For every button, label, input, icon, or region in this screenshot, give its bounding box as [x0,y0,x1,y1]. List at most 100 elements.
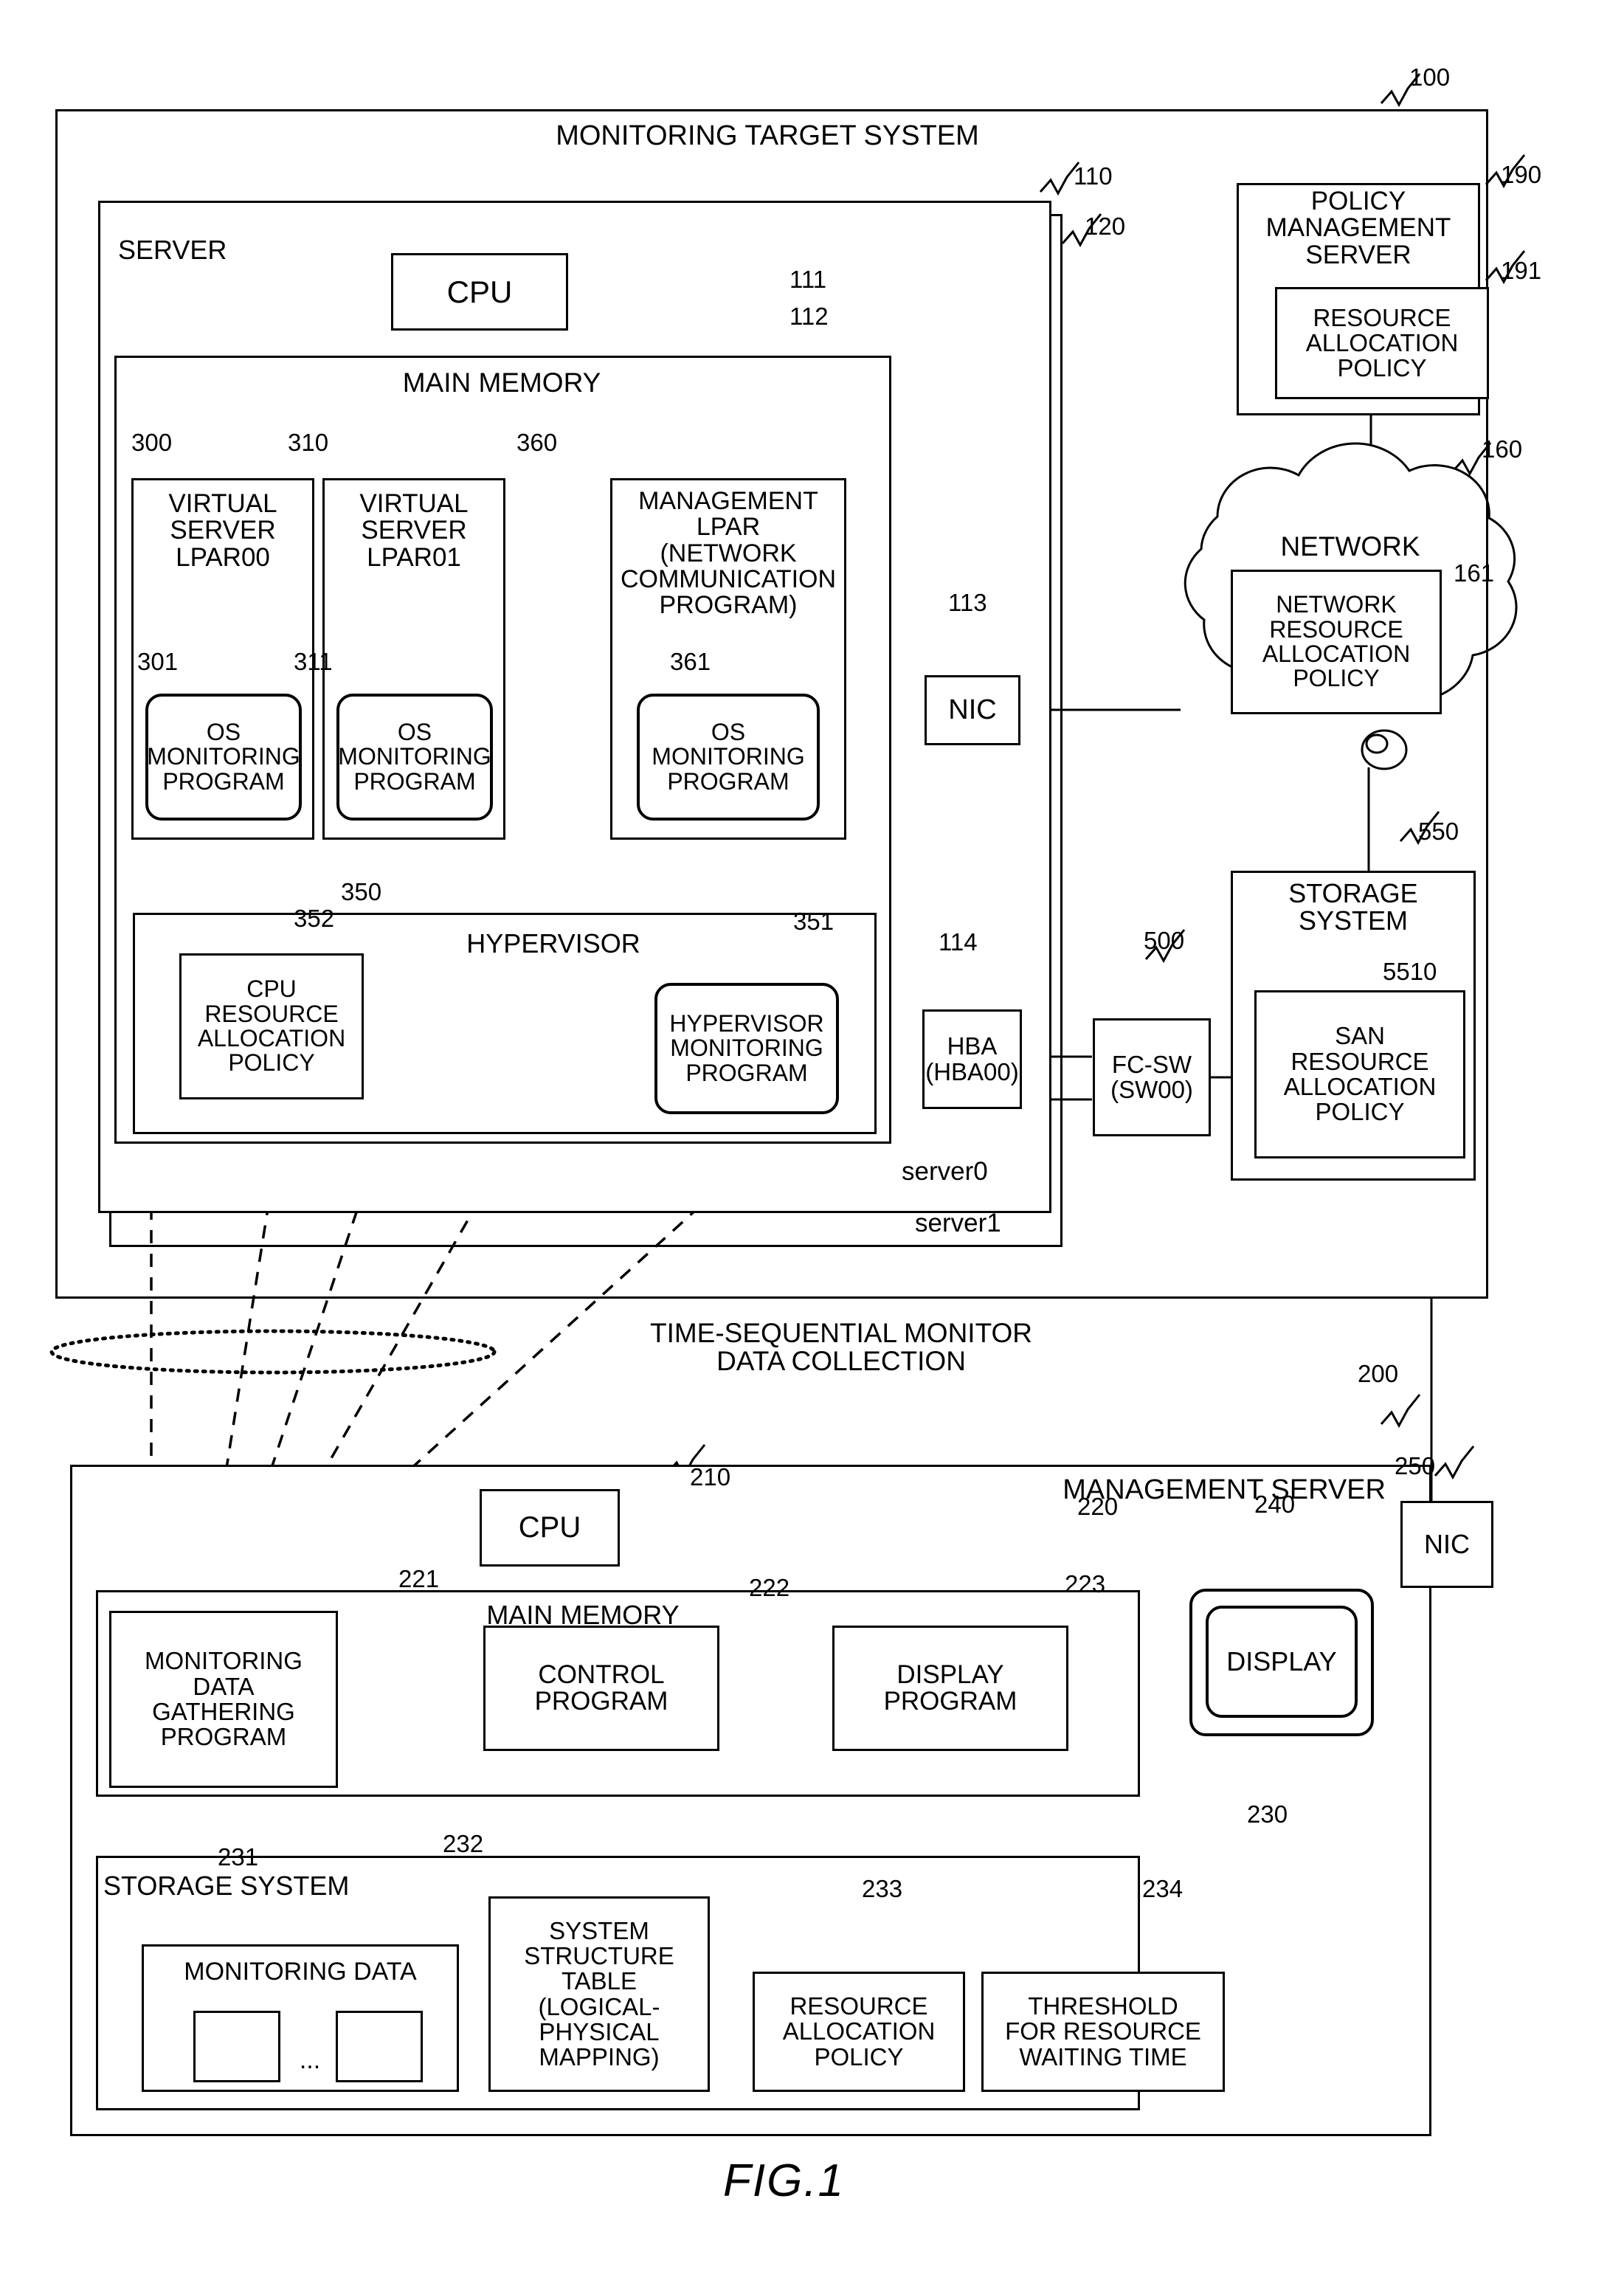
ref-240: 240 [1254,1491,1296,1518]
server1-label: server1 [915,1209,1001,1237]
display-program-label: DISPLAY PROGRAM [883,1660,1017,1716]
ref-310: 310 [288,429,329,456]
network-resource-allocation-policy-label: NETWORK RESOURCE ALLOCATION POLICY [1262,591,1411,692]
ref-222: 222 [749,1574,790,1601]
ref-234: 234 [1142,1875,1184,1902]
ref-190: 190 [1501,161,1542,188]
server-title: SERVER [118,235,227,265]
monitoring-data-item-2 [336,2011,423,2082]
lpar01-os-monitoring-program-label: OS MONITORING PROGRAM [338,719,491,795]
ref-300: 300 [131,429,173,456]
system-structure-table-label: SYSTEM STRUCTURE TABLE (LOGICAL- PHYSICA… [524,1916,674,2071]
management-lpar-title: MANAGEMENT LPAR (NETWORK COMMUNICATION P… [620,487,837,620]
san-resource-allocation-policy-box: SAN RESOURCE ALLOCATION POLICY [1254,990,1465,1158]
ref-161: 161 [1454,559,1495,587]
cpu-resource-allocation-policy-label: CPU RESOURCE ALLOCATION POLICY [197,975,346,1077]
ref-351: 351 [793,908,835,935]
server-main-memory-title: MAIN MEMORY [402,367,601,398]
ref-350: 350 [341,878,382,905]
ref-191: 191 [1501,257,1542,284]
ref-111: 111 [789,266,827,293]
ref-311: 311 [294,648,333,675]
ref-160: 160 [1482,435,1523,463]
management-cpu-box: CPU [480,1489,620,1567]
server-cpu-box: CPU [391,253,568,331]
lpar00-os-monitoring-program-label: OS MONITORING PROGRAM [147,719,300,795]
ref-301: 301 [137,648,179,675]
time-sequential-collection-label: TIME-SEQUENTIAL MONITOR DATA COLLECTION [649,1318,1033,1377]
threshold-label: THRESHOLD FOR RESOURCE WAITING TIME [1005,1992,1201,2071]
policy-mgmt-resource-allocation-policy-box: RESOURCE ALLOCATION POLICY [1275,287,1489,399]
ref-360: 360 [516,429,558,456]
ref-200: 200 [1358,1360,1399,1387]
fc-sw-label: FC-SW (SW00) [1110,1050,1193,1103]
figure-caption: FIG.1 [723,2155,846,2206]
server-nic-label: NIC [948,694,997,725]
mgmt-resource-allocation-policy-label: RESOURCE ALLOCATION POLICY [782,1992,936,2071]
ref-550: 550 [1418,818,1459,845]
ref-5510: 5510 [1383,958,1437,985]
server-hba-box: HBA (HBA00) [922,1009,1022,1109]
server-nic-box: NIC [925,675,1020,745]
ref-220: 220 [1077,1493,1119,1520]
monitoring-data-ellipsis: ... [299,2046,321,2074]
monitoring-data-gathering-program-label: MONITORING DATA GATHERING PROGRAM [145,1647,303,1751]
monitoring-data-gathering-program-box: MONITORING DATA GATHERING PROGRAM [109,1611,338,1788]
ref-100: 100 [1409,63,1451,91]
ref-232: 232 [443,1830,484,1857]
ref-120: 120 [1085,213,1126,240]
ref-233: 233 [862,1875,903,1902]
management-nic-box: NIC [1400,1501,1493,1588]
server0-label: server0 [902,1157,988,1186]
ref-110: 110 [1074,162,1113,190]
ref-113: 113 [948,589,987,616]
hypervisor-title: HYPERVISOR [466,928,640,959]
control-program-label: CONTROL PROGRAM [534,1660,668,1716]
threshold-box: THRESHOLD FOR RESOURCE WAITING TIME [981,1972,1225,2092]
management-lpar-os-monitoring-program-label: OS MONITORING PROGRAM [652,719,805,795]
lpar00-title: VIRTUAL SERVER LPAR00 [168,489,277,572]
display-label: DISPLAY [1226,1646,1337,1677]
control-program-box: CONTROL PROGRAM [483,1626,719,1751]
server-hba-label: HBA (HBA00) [925,1032,1019,1085]
ref-223: 223 [1065,1570,1106,1598]
hypervisor-monitoring-program-box: HYPERVISOR MONITORING PROGRAM [654,983,839,1114]
management-nic-label: NIC [1424,1529,1470,1560]
ref-230: 230 [1247,1800,1288,1828]
mgmt-resource-allocation-policy-box: RESOURCE ALLOCATION POLICY [753,1972,965,2092]
ref-250: 250 [1395,1452,1436,1479]
network-title: NETWORK [1280,531,1420,562]
monitoring-target-system-title: MONITORING TARGET SYSTEM [556,120,979,151]
management-main-memory-title: MAIN MEMORY [486,1600,680,1630]
ref-112: 112 [789,303,829,330]
policy-management-server-title: POLICY MANAGEMENT SERVER [1265,187,1451,269]
ref-352: 352 [294,905,335,932]
monitoring-data-label: MONITORING DATA [184,1958,417,1986]
display-inner-box: DISPLAY [1206,1606,1358,1718]
fc-sw-box: FC-SW (SW00) [1093,1018,1211,1136]
policy-mgmt-resource-allocation-policy-label: RESOURCE ALLOCATION POLICY [1305,303,1459,382]
management-lpar-os-monitoring-program: OS MONITORING PROGRAM [637,694,820,821]
lpar00-os-monitoring-program: OS MONITORING PROGRAM [145,694,302,821]
management-server-title: MANAGEMENT SERVER [1062,1474,1386,1505]
management-storage-system-title: STORAGE SYSTEM [103,1871,350,1901]
network-resource-allocation-policy-box: NETWORK RESOURCE ALLOCATION POLICY [1231,570,1442,714]
ref-231: 231 [218,1843,259,1871]
lpar01-title: VIRTUAL SERVER LPAR01 [359,489,469,572]
server-cpu-label: CPU [446,274,513,309]
ref-500: 500 [1144,927,1185,954]
system-structure-table-box: SYSTEM STRUCTURE TABLE (LOGICAL- PHYSICA… [488,1896,710,2092]
ref-361: 361 [670,648,711,675]
cpu-resource-allocation-policy-box: CPU RESOURCE ALLOCATION POLICY [179,953,364,1099]
target-storage-system-title: STORAGE SYSTEM [1288,878,1418,936]
display-program-box: DISPLAY PROGRAM [832,1626,1068,1751]
ref-221: 221 [398,1565,440,1592]
ref-210: 210 [690,1463,731,1491]
figure-canvas: MONITORING TARGET SYSTEM 100 SERVER 110 … [0,0,1624,2269]
san-resource-allocation-policy-label: SAN RESOURCE ALLOCATION POLICY [1283,1022,1437,1126]
ref-114: 114 [939,928,978,956]
management-cpu-label: CPU [518,1510,581,1544]
hypervisor-monitoring-program-label: HYPERVISOR MONITORING PROGRAM [669,1010,824,1086]
lpar01-os-monitoring-program: OS MONITORING PROGRAM [336,694,493,821]
monitoring-data-item-1 [193,2011,280,2082]
